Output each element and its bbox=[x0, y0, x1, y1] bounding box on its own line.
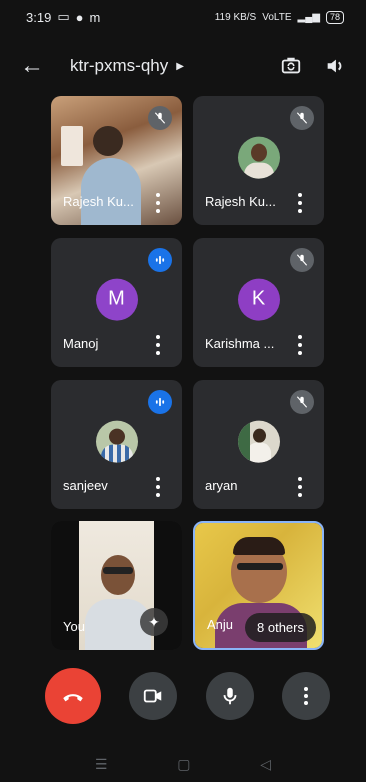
caret-right-icon[interactable]: ▶ bbox=[176, 61, 184, 72]
more-options-icon[interactable] bbox=[296, 193, 304, 213]
speaker-icon[interactable] bbox=[324, 55, 346, 77]
effects-sparkle-icon[interactable]: ✦ bbox=[140, 608, 168, 636]
video-camera-icon bbox=[143, 689, 162, 703]
battery-icon: 78 bbox=[325, 10, 344, 24]
self-video-tile[interactable]: You ✦ bbox=[51, 521, 182, 650]
mic-off-icon bbox=[148, 106, 172, 130]
system-navigation-bar: ☰ ▢ ◁ bbox=[0, 746, 366, 782]
participant-name: sanjeev bbox=[63, 478, 108, 493]
others-count-chip[interactable]: 8 others bbox=[245, 613, 316, 642]
participant-tile[interactable]: Rajesh Ku... bbox=[51, 96, 182, 225]
avatar bbox=[237, 420, 280, 463]
participant-name: aryan bbox=[205, 478, 238, 493]
participant-tile[interactable]: M Manoj bbox=[51, 238, 182, 367]
participant-name: Anju bbox=[207, 617, 234, 632]
signal-icon: ▂▄▆ bbox=[297, 11, 320, 23]
network-speed: 119 KB/S bbox=[214, 11, 257, 23]
avatar bbox=[237, 136, 280, 179]
mic-off-icon bbox=[290, 248, 314, 272]
status-right: 119 KB/S VoLTE ▂▄▆ 78 bbox=[214, 10, 344, 24]
participant-name: Rajesh Ku... bbox=[63, 194, 134, 209]
camera-toggle-button[interactable] bbox=[129, 672, 177, 720]
status-time: 3:19 bbox=[26, 9, 52, 25]
avatar: K bbox=[237, 278, 280, 321]
hang-up-icon bbox=[63, 694, 83, 702]
status-m-icon: m bbox=[89, 9, 101, 25]
more-options-icon[interactable] bbox=[154, 335, 162, 355]
avatar: M bbox=[95, 278, 138, 321]
volte-indicator: VoLTE bbox=[262, 11, 292, 23]
more-options-icon[interactable] bbox=[296, 335, 304, 355]
more-options-icon[interactable] bbox=[296, 477, 304, 497]
participant-name: Rajesh Ku... bbox=[205, 194, 276, 209]
microphone-icon bbox=[223, 687, 237, 705]
participant-tile[interactable]: aryan bbox=[193, 380, 324, 509]
cast-icon: ▭ bbox=[57, 9, 70, 24]
mic-off-icon bbox=[290, 390, 314, 414]
more-options-icon[interactable] bbox=[154, 477, 162, 497]
speaking-indicator-icon bbox=[148, 390, 172, 414]
switch-camera-icon[interactable] bbox=[280, 55, 302, 77]
meeting-header: ← ktr-pxms-qhy ▶ bbox=[0, 44, 366, 88]
participant-tile[interactable]: K Karishma ... bbox=[193, 238, 324, 367]
status-left: 3:19 ▭ ● m bbox=[26, 9, 100, 25]
participant-tile[interactable]: sanjeev bbox=[51, 380, 182, 509]
app-indicator-icon: ● bbox=[75, 9, 84, 25]
avatar bbox=[95, 420, 138, 463]
recents-icon[interactable]: ☰ bbox=[95, 756, 108, 773]
end-call-button[interactable] bbox=[45, 668, 101, 724]
back-arrow-icon[interactable]: ← bbox=[20, 52, 54, 80]
participant-name: Karishma ... bbox=[205, 336, 275, 351]
more-options-button[interactable] bbox=[282, 672, 330, 720]
participant-name: Manoj bbox=[63, 336, 99, 351]
participant-name: You bbox=[63, 619, 85, 634]
home-icon[interactable]: ▢ bbox=[177, 756, 190, 773]
more-vert-icon bbox=[304, 687, 308, 705]
microphone-toggle-button[interactable] bbox=[206, 672, 254, 720]
participant-tile[interactable]: Rajesh Ku... bbox=[193, 96, 324, 225]
participant-tile-active-speaker[interactable]: Anju 8 others bbox=[193, 521, 324, 650]
status-bar: 3:19 ▭ ● m 119 KB/S VoLTE ▂▄▆ 78 bbox=[0, 0, 366, 34]
meeting-code[interactable]: ktr-pxms-qhy bbox=[70, 56, 168, 76]
call-controls bbox=[0, 668, 366, 732]
mic-off-icon bbox=[290, 106, 314, 130]
speaking-indicator-icon bbox=[148, 248, 172, 272]
more-options-icon[interactable] bbox=[154, 193, 162, 213]
back-icon[interactable]: ◁ bbox=[260, 756, 271, 773]
